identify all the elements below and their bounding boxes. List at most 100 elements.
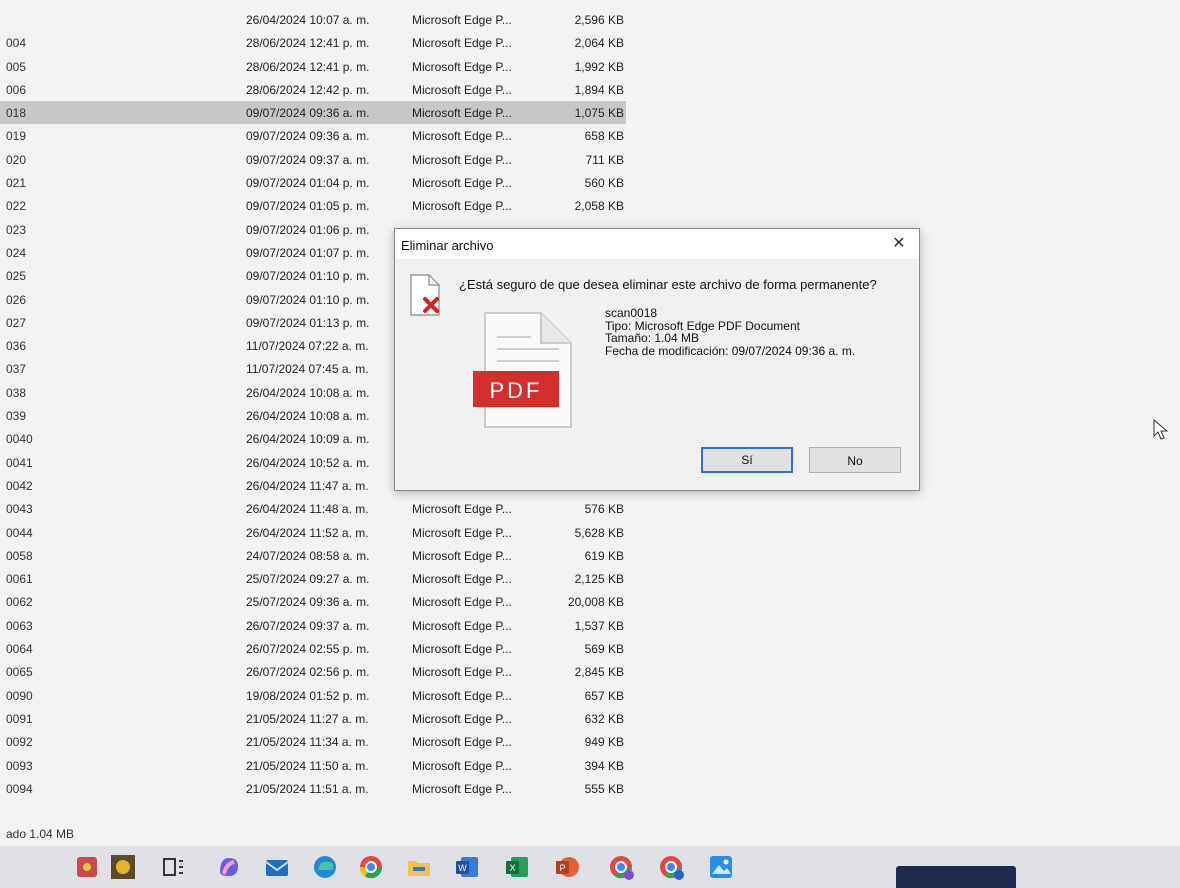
close-icon[interactable]: ✕ [889, 234, 909, 254]
file-name-cell: 039 [6, 409, 27, 424]
file-row[interactable]: 004 28/06/2024 12:41 p. m. Microsoft Edge … [0, 31, 700, 54]
file-row[interactable]: 0062 25/07/2024 09:36 a. m. Microsoft Edge… [0, 590, 700, 613]
file-name-cell: 036 [6, 339, 27, 354]
file-date-cell: 09/07/2024 01:13 p. m. [246, 315, 370, 330]
file-date-cell: 26/07/2024 02:56 p. m. [246, 665, 370, 680]
file-type-cell: Microsoft Edge P... [412, 665, 512, 680]
file-date-cell: 09/07/2024 09:36 a. m. [246, 129, 370, 144]
file-row[interactable]: 0058 24/07/2024 08:58 a. m. Microsoft Edge… [0, 544, 700, 567]
excel-icon[interactable]: X [502, 852, 532, 882]
file-size-cell: 711 KB [585, 152, 624, 167]
file-type-cell: Microsoft Edge P... [412, 199, 512, 214]
file-row[interactable]: 0065 26/07/2024 02:56 p. m. Microsoft Edge… [0, 660, 700, 683]
svg-text:W: W [458, 863, 467, 873]
edge-icon[interactable] [310, 852, 340, 882]
file-type-cell: Microsoft Edge P... [412, 688, 512, 703]
file-row[interactable]: 022 09/07/2024 01:05 p. m. Microsoft Edge … [0, 194, 700, 217]
file-date-cell: 11/07/2024 07:22 a. m. [246, 339, 369, 354]
file-size-cell: 5,628 KB [574, 525, 624, 540]
copilot-icon[interactable] [214, 852, 244, 882]
file-name-cell: 0091 [6, 711, 33, 726]
file-row[interactable]: 006 28/06/2024 12:42 p. m. Microsoft Edge … [0, 78, 700, 101]
file-size-cell: 658 KB [584, 129, 624, 144]
file-modified: Fecha de modificación: 09/07/2024 09:36 … [605, 343, 856, 358]
sun-icon[interactable] [108, 852, 138, 882]
file-size: Tamaño: 1.04 MB [605, 331, 700, 345]
file-row[interactable]: 0093 21/05/2024 11:50 a. m. Microsoft Edge… [0, 754, 700, 777]
file-date-cell: 26/04/2024 11:48 a. m. [246, 502, 369, 517]
file-name-cell: 025 [6, 269, 27, 284]
file-row[interactable]: 0063 26/07/2024 09:37 a. m. Microsoft Edge… [0, 614, 700, 637]
file-row[interactable]: 005 28/06/2024 12:41 p. m. Microsoft Edge … [0, 55, 700, 78]
dialog-titlebar[interactable]: Eliminar archivo ✕ [395, 229, 919, 259]
file-date-cell: 28/06/2024 12:41 p. m. [246, 59, 370, 74]
word-icon[interactable]: W [452, 852, 482, 882]
file-size-cell: 20,008 KB [567, 595, 624, 610]
pdf-file-icon: PDF [473, 312, 572, 428]
file-date-cell: 09/07/2024 09:36 a. m. [246, 106, 370, 121]
file-date-cell: 21/05/2024 11:34 a. m. [246, 735, 369, 750]
file-size-cell: 2,058 KB [574, 199, 624, 214]
file-date-cell: 26/07/2024 09:37 a. m. [246, 618, 370, 633]
file-date-cell: 28/06/2024 12:41 p. m. [246, 36, 370, 51]
file-size-cell: 2,125 KB [574, 572, 624, 587]
file-type-cell: Microsoft Edge P... [412, 781, 512, 796]
mail-icon[interactable] [262, 852, 292, 882]
file-type-cell: Microsoft Edge P... [412, 618, 512, 633]
file-row[interactable]: 019 09/07/2024 09:36 a. m. Microsoft Edge … [0, 124, 700, 147]
file-row[interactable]: 26/04/2024 10:07 a. m. Microsoft Edge P..… [0, 8, 700, 31]
file-date-cell: 19/08/2024 01:52 p. m. [246, 688, 370, 703]
file-type-cell: Microsoft Edge P... [412, 525, 512, 540]
file-date-cell: 26/04/2024 10:08 a. m. [246, 409, 370, 424]
file-name-cell: 0041 [6, 455, 33, 470]
file-name-cell: 004 [6, 36, 27, 51]
file-name-cell: 0065 [6, 665, 33, 680]
file-date-cell: 11/07/2024 07:45 a. m. [246, 362, 369, 377]
file-date-cell: 21/05/2024 11:51 a. m. [246, 781, 369, 796]
file-name-cell: 019 [6, 129, 27, 144]
chrome-profile-icon[interactable] [606, 852, 636, 882]
photos-icon[interactable] [706, 852, 736, 882]
dialog-title: Eliminar archivo [401, 238, 494, 253]
file-date-cell: 26/04/2024 10:08 a. m. [246, 385, 370, 400]
file-row[interactable]: 0092 21/05/2024 11:34 a. m. Microsoft Edge… [0, 730, 700, 753]
file-date-cell: 26/07/2024 02:55 p. m. [246, 642, 370, 657]
file-name-cell: 021 [6, 176, 27, 191]
file-type-cell: Microsoft Edge P... [412, 176, 512, 191]
file-date-cell: 21/05/2024 11:50 a. m. [246, 758, 369, 773]
no-button[interactable]: No [809, 447, 901, 473]
file-name-cell: 0042 [6, 478, 33, 493]
yes-button[interactable]: Sí [701, 447, 793, 473]
file-name-cell: 022 [6, 199, 27, 214]
file-name-cell: 037 [6, 362, 27, 377]
file-row[interactable]: 0094 21/05/2024 11:51 a. m. Microsoft Edge… [0, 777, 700, 800]
powerpoint-icon[interactable]: P [552, 852, 582, 882]
file-type-cell: Microsoft Edge P... [412, 548, 512, 563]
file-size-cell: 1,894 KB [574, 82, 624, 97]
delete-file-icon [410, 274, 440, 316]
taskbar: W X P [0, 846, 1180, 888]
file-name-cell: 0090 [6, 688, 33, 703]
file-row[interactable]: 0043 26/04/2024 11:48 a. m. Microsoft Edge… [0, 497, 700, 520]
file-size-cell: 576 KB [584, 502, 624, 517]
chrome-icon[interactable] [356, 852, 386, 882]
file-name-cell: 0093 [6, 758, 33, 773]
file-row[interactable]: 018 09/07/2024 09:36 a. m. Microsoft Edge … [0, 101, 626, 125]
file-row[interactable]: 0044 26/04/2024 11:52 a. m. Microsoft Edge… [0, 521, 700, 544]
file-date-cell: 09/07/2024 01:06 p. m. [246, 222, 370, 237]
file-row[interactable]: 020 09/07/2024 09:37 a. m. Microsoft Edge … [0, 148, 700, 171]
file-row[interactable]: 0064 26/07/2024 02:55 p. m. Microsoft Edge… [0, 637, 700, 660]
file-row[interactable]: 0091 21/05/2024 11:27 a. m. Microsoft Edge… [0, 707, 700, 730]
file-name-cell: 0061 [6, 572, 33, 587]
file-date-cell: 28/06/2024 12:42 p. m. [246, 82, 370, 97]
file-date-cell: 09/07/2024 01:07 p. m. [246, 245, 370, 260]
file-row[interactable]: 021 09/07/2024 01:04 p. m. Microsoft Edge … [0, 171, 700, 194]
chip-icon[interactable] [72, 852, 102, 882]
file-size-cell: 2,064 KB [574, 36, 624, 51]
task-view-icon[interactable] [158, 852, 188, 882]
file-size-cell: 619 KB [584, 548, 624, 563]
file-row[interactable]: 0061 25/07/2024 09:27 a. m. Microsoft Edge… [0, 567, 700, 590]
chrome-profile-icon[interactable] [656, 852, 686, 882]
file-explorer-icon[interactable] [404, 852, 434, 882]
file-row[interactable]: 0090 19/08/2024 01:52 p. m. Microsoft Edge… [0, 684, 700, 707]
